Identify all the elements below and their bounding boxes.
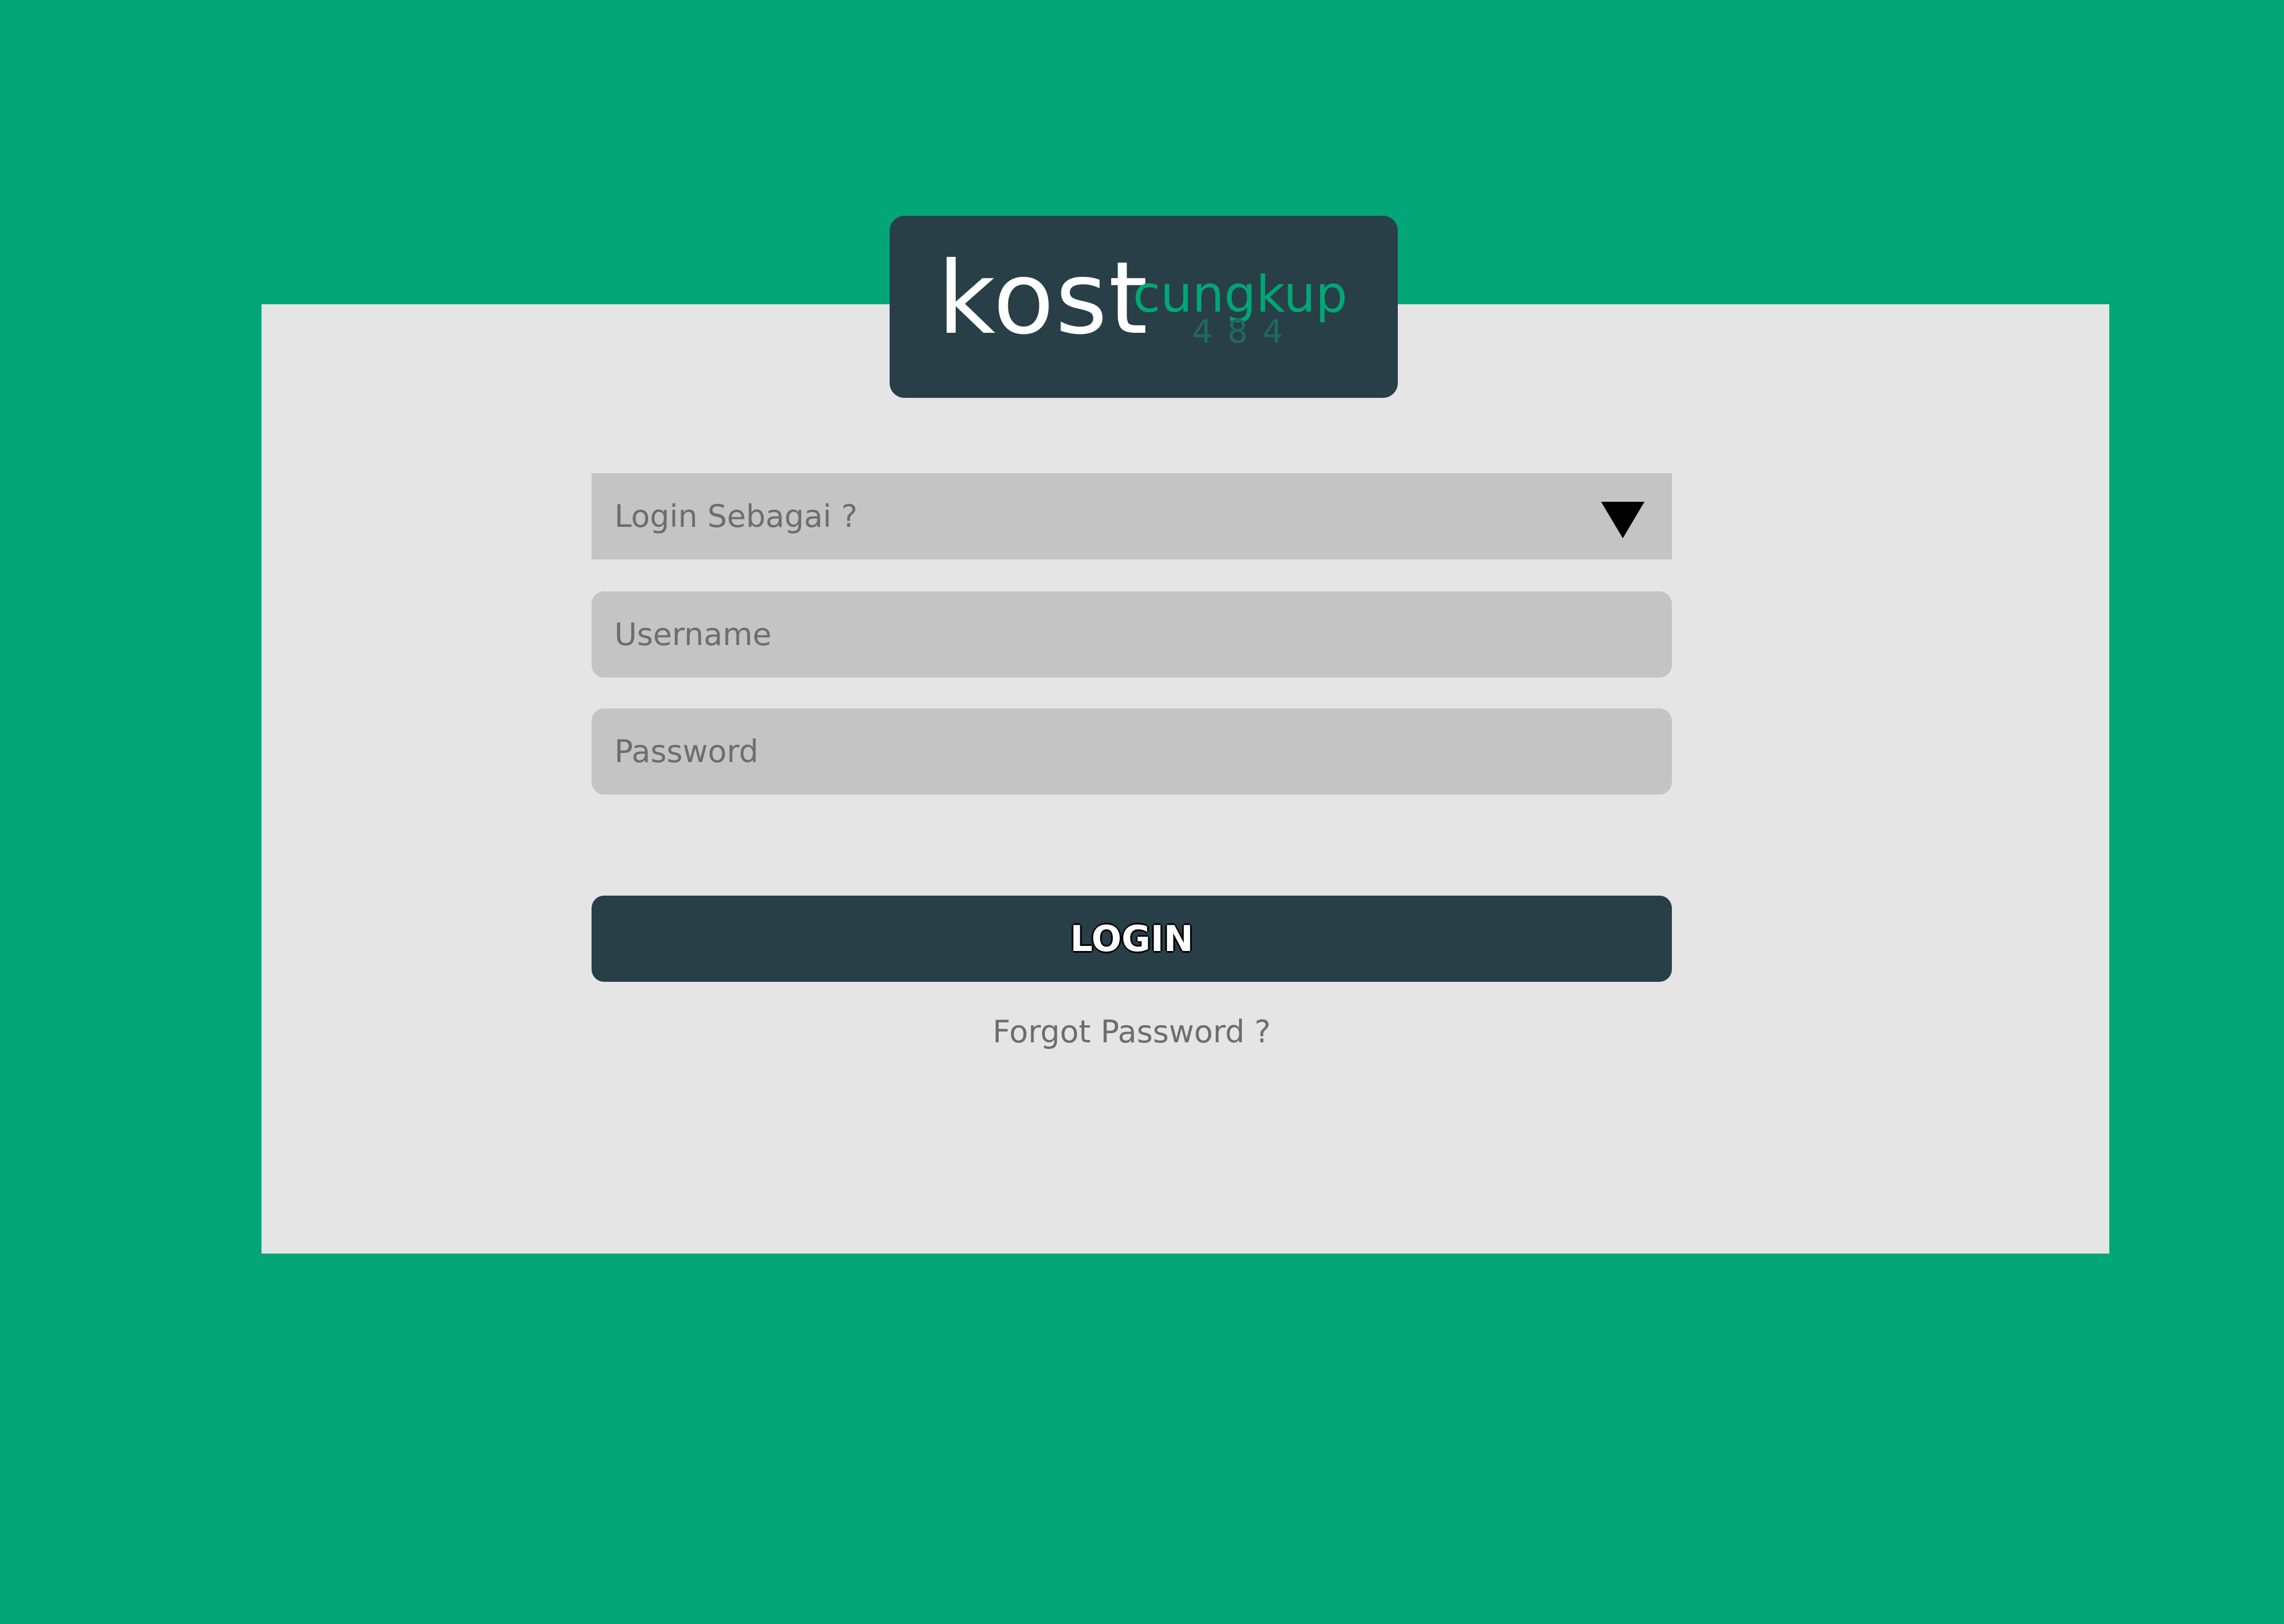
password-input[interactable]: Password xyxy=(592,708,1672,795)
login-button-label: LOGIN xyxy=(1070,918,1193,960)
triangle-down-icon[interactable] xyxy=(1601,502,1644,538)
username-input[interactable]: Username xyxy=(592,591,1672,678)
username-placeholder: Username xyxy=(614,616,772,652)
logo-sub-text: cungkup xyxy=(1133,265,1348,324)
brand-logo: kost cungkup 484 xyxy=(890,216,1398,398)
password-placeholder: Password xyxy=(614,734,759,769)
login-button[interactable]: LOGIN xyxy=(592,896,1672,982)
forgot-password-link[interactable]: Forgot Password ? xyxy=(592,1014,1672,1050)
login-role-select[interactable]: Login Sebagai ? xyxy=(592,473,1672,559)
logo-number-text: 484 xyxy=(1192,313,1298,350)
logo-main-text: kost xyxy=(938,241,1149,357)
login-role-label: Login Sebagai ? xyxy=(614,498,858,534)
